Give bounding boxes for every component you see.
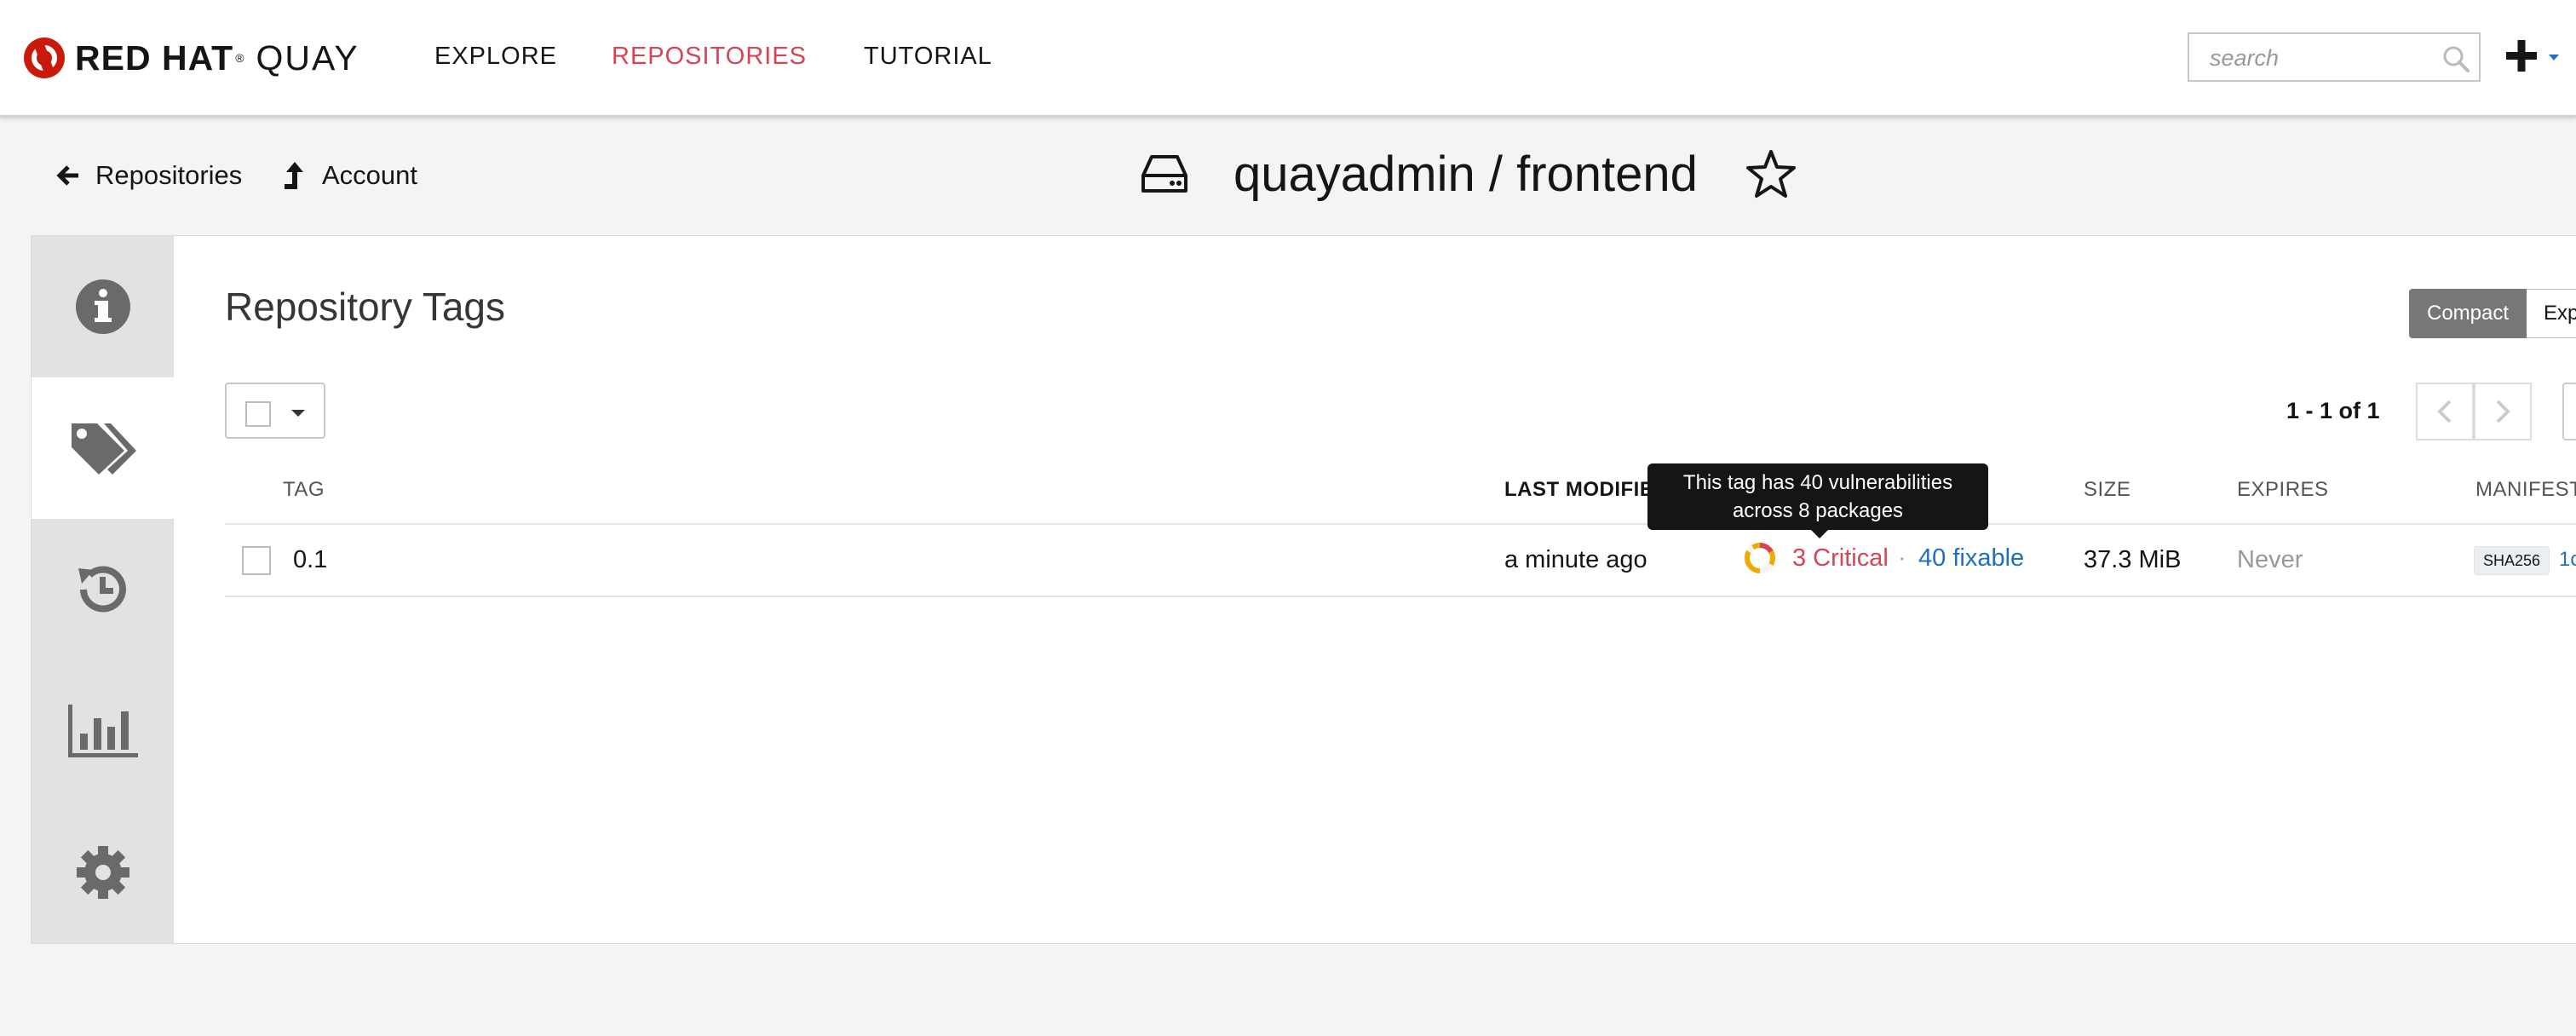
tooltip-line-1: This tag has 40 vulnerabilities	[1682, 471, 1953, 494]
repository-drive-icon	[1141, 155, 1187, 193]
tab-info[interactable]	[32, 236, 175, 377]
compact-view-button[interactable]: Compact	[2409, 289, 2527, 338]
column-header-manifest[interactable]: MANIFEST	[2475, 478, 2576, 502]
tab-tags[interactable]	[32, 377, 175, 519]
create-new-plus-icon[interactable]	[2504, 36, 2564, 77]
column-header-size[interactable]: SIZE	[2084, 478, 2130, 502]
nav-explore[interactable]: EXPLORE	[434, 43, 557, 71]
row-checkbox[interactable]	[242, 546, 271, 575]
manifest-digest-link[interactable]: 1c	[2559, 548, 2576, 572]
tag-last-modified: a minute ago	[1504, 546, 1647, 573]
red-hat-logo-icon	[24, 37, 65, 78]
view-toggle: Compact Exp	[2409, 289, 2576, 338]
tag-size: 37.3 MiB	[2084, 546, 2182, 573]
manifest-sha-badge: SHA256	[2474, 546, 2550, 575]
search-icon[interactable]	[2441, 44, 2470, 73]
chevron-left-icon	[2437, 400, 2452, 423]
tag-name[interactable]: 0.1	[293, 546, 327, 574]
panel-title: Repository Tags	[225, 285, 505, 329]
breadcrumb-repositories[interactable]: Repositories	[56, 160, 242, 191]
fixable-vulnerabilities-link[interactable]: 40 fixable	[1918, 544, 2024, 573]
star-icon[interactable]	[1745, 149, 1797, 199]
nav-repositories[interactable]: REPOSITORIES	[612, 43, 807, 71]
column-header-last-modified[interactable]: LAST MODIFIED	[1504, 478, 1669, 502]
nav-tutorial[interactable]: TUTORIAL	[864, 43, 992, 71]
next-page-button[interactable]	[2474, 383, 2532, 440]
search-box[interactable]	[2188, 32, 2481, 82]
bulk-select-dropdown[interactable]	[225, 383, 325, 439]
expanded-view-button[interactable]: Exp	[2527, 289, 2576, 338]
header-divider	[225, 523, 2576, 525]
extra-control-button[interactable]	[2562, 383, 2576, 440]
column-header-expires[interactable]: EXPIRES	[2237, 478, 2329, 502]
breadcrumb-repositories-label: Repositories	[95, 160, 243, 190]
repository-tags-panel: Repository Tags Compact Exp 1 - 1 of 1 T…	[174, 235, 2576, 944]
critical-vulnerabilities-link[interactable]: 3 Critical	[1792, 544, 1889, 573]
breadcrumb-account[interactable]: Account	[283, 160, 417, 191]
settings-icon	[77, 846, 129, 899]
arrow-left-icon	[56, 165, 78, 186]
brand-name: RED HAT	[75, 37, 234, 78]
tags-icon	[72, 423, 136, 475]
column-header-tag[interactable]: TAG	[283, 478, 325, 502]
vulnerability-separator: ·	[1898, 544, 1906, 572]
vulnerability-tooltip: This tag has 40 vulnerabilities across 8…	[1647, 463, 1988, 538]
pagination-label: 1 - 1 of 1	[2286, 398, 2380, 423]
tab-history[interactable]	[32, 519, 175, 660]
row-divider	[225, 596, 2576, 597]
repo-header: quayadmin / frontend	[1141, 143, 1797, 204]
history-icon	[78, 566, 126, 613]
red-hat-quay-logo[interactable]: RED HAT ® QUAY	[24, 37, 359, 78]
tooltip-line-2: across 8 packages	[1732, 499, 1904, 522]
vulnerability-donut-icon	[1745, 542, 1775, 574]
breadcrumb-account-label: Account	[322, 160, 418, 190]
caret-down-icon	[291, 410, 305, 417]
registered-mark: ®	[235, 51, 244, 65]
side-tabs	[31, 235, 175, 944]
tab-usage-logs[interactable]	[32, 660, 175, 802]
level-up-icon	[285, 162, 303, 189]
usage-chart-icon	[68, 705, 138, 757]
product-name: QUAY	[256, 37, 359, 78]
tag-expires[interactable]: Never	[2237, 546, 2303, 574]
repo-title: quayadmin / frontend	[1233, 146, 1698, 202]
top-navbar: RED HAT ® QUAY EXPLORE REPOSITORIES TUTO…	[0, 0, 2576, 118]
previous-page-button[interactable]	[2416, 383, 2474, 440]
search-input[interactable]	[2210, 46, 2431, 70]
select-all-checkbox[interactable]	[245, 401, 271, 427]
info-icon	[76, 279, 130, 334]
tab-settings[interactable]	[32, 802, 175, 943]
chevron-right-icon	[2496, 400, 2510, 423]
